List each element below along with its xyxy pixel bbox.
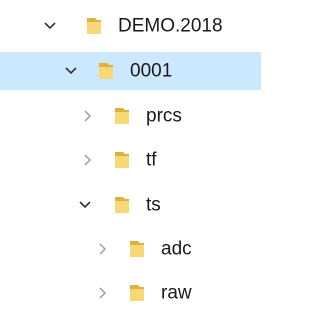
chevron-right-icon[interactable] [95, 285, 111, 301]
tree-item-label: raw [161, 282, 192, 304]
chevron-right-icon[interactable] [80, 108, 96, 124]
tree-item-label: 0001 [130, 60, 173, 82]
folder-icon [114, 195, 130, 215]
tree-item-label: DEMO.2018 [118, 15, 223, 37]
tree-item-label: adc [161, 238, 192, 260]
tree-item-demo-2018[interactable]: DEMO.2018 [0, 7, 261, 45]
tree-item-0001[interactable]: 0001 [0, 52, 261, 90]
tree-item-prcs[interactable]: prcs [0, 97, 261, 135]
chevron-right-icon[interactable] [95, 241, 111, 257]
folder-icon [129, 283, 145, 303]
tree-item-raw[interactable]: raw [0, 274, 261, 312]
chevron-down-icon[interactable] [63, 63, 79, 79]
folder-icon [114, 106, 130, 126]
chevron-down-icon[interactable] [42, 18, 58, 34]
folder-icon [114, 150, 130, 170]
chevron-right-icon[interactable] [80, 152, 96, 168]
folder-icon [129, 239, 145, 259]
chevron-down-icon[interactable] [77, 197, 93, 213]
folder-icon [86, 16, 102, 36]
tree-item-label: tf [146, 149, 157, 171]
tree-item-label: ts [146, 194, 161, 216]
tree-item-ts[interactable]: ts [0, 186, 261, 224]
tree-item-tf[interactable]: tf [0, 141, 261, 179]
tree-item-label: prcs [146, 105, 182, 127]
folder-icon [98, 61, 114, 81]
folder-tree: DEMO.2018 0001 prcs tf ts adc raw [0, 0, 261, 304]
tree-item-adc[interactable]: adc [0, 230, 261, 268]
